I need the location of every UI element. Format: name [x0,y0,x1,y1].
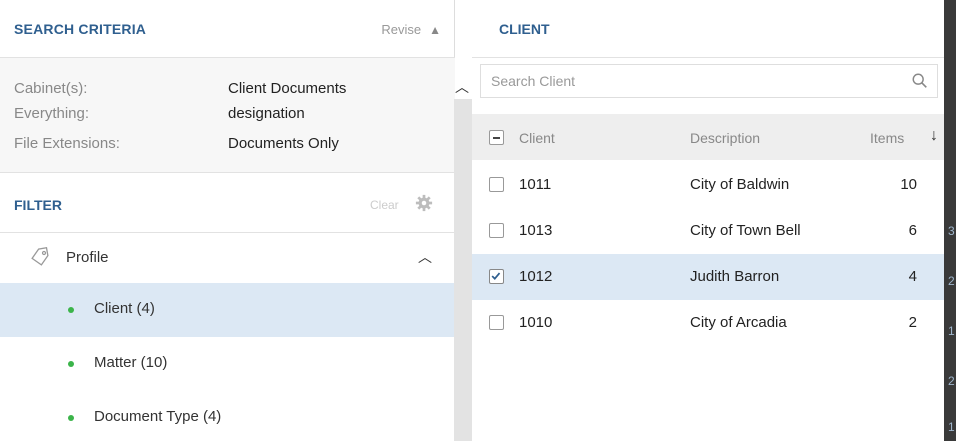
scrollbar-track[interactable] [454,99,472,441]
client-title: CLIENT [499,21,550,37]
criteria-value: designation [228,105,305,122]
criteria-value: Documents Only [228,135,339,152]
column-header-client[interactable]: Client [519,130,555,146]
edge-number: 1 [948,324,955,338]
edge-number: 2 [948,374,955,388]
client-header: CLIENT [472,0,944,58]
table-header: Client Description Items ↓ [472,114,944,160]
column-header-description[interactable]: Description [690,130,760,146]
table-row[interactable]: 1010 City of Arcadia 2 [472,300,944,346]
revise-label: Revise [381,22,422,37]
cell-description: Judith Barron [690,268,780,285]
cell-items: 6 [908,222,917,239]
table-row[interactable]: 1011 City of Baldwin 10 [472,162,944,208]
green-dot-icon [68,307,74,313]
collapse-up-icon[interactable]: ▲ [429,23,441,37]
cell-client: 1011 [519,176,552,193]
row-checkbox[interactable] [489,223,504,238]
search-criteria-title: SEARCH CRITERIA [14,21,147,37]
filter-item-document-type[interactable]: Document Type (4) [0,391,455,441]
table-row[interactable]: 1013 City of Town Bell 6 [472,208,944,254]
edge-number: 3 [948,224,955,238]
search-client-input[interactable] [481,65,901,97]
cell-description: City of Arcadia [690,314,787,331]
checkmark-icon [491,272,501,280]
filter-header: FILTER Clear [0,173,455,233]
table-row[interactable]: 1012 Judith Barron 4 [472,254,944,300]
cell-items: 10 [900,176,917,193]
filter-title: FILTER [14,197,62,213]
criteria-value: Client Documents [228,80,347,97]
green-dot-icon [68,361,74,367]
criteria-key: File Extensions: [14,135,120,152]
filter-item-label: Matter (10) [94,354,168,371]
criteria-key: Everything: [14,105,90,122]
cell-client: 1010 [519,314,553,331]
row-checkbox[interactable] [489,315,504,330]
column-header-items[interactable]: Items [870,130,904,146]
row-checkbox[interactable] [489,269,504,284]
edge-number: 1 [948,420,955,434]
revise-button[interactable]: Revise ▲ [381,22,441,37]
filter-item-client[interactable]: Client (4) [0,283,455,337]
green-dot-icon [68,415,74,421]
tag-icon [31,247,49,266]
row-checkbox[interactable] [489,177,504,192]
chevron-up-icon[interactable]: ︿ [418,247,432,267]
sort-down-icon[interactable]: ↓ [930,127,938,145]
criteria-key: Cabinet(s): [14,80,88,97]
cell-items: 4 [908,268,917,285]
edge-number: 2 [948,274,955,288]
cell-description: City of Town Bell [690,222,801,239]
search-box [480,64,938,98]
cell-description: City of Baldwin [690,176,790,193]
scroll-up-icon[interactable]: ︿ [452,77,472,97]
filter-item-label: Document Type (4) [94,408,222,425]
cell-client: 1013 [519,222,553,239]
search-icon[interactable] [911,72,929,90]
search-criteria-panel: SEARCH CRITERIA Revise ▲ Cabinet(s): Clie… [0,0,455,441]
gear-icon[interactable] [415,194,433,212]
select-all-checkbox[interactable] [489,130,504,145]
filter-item-matter[interactable]: Matter (10) [0,337,455,391]
client-panel: CLIENT Client Description Items ↓ 1011 C… [472,0,944,441]
cell-client: 1012 [519,268,553,285]
profile-label: Profile [66,249,109,266]
profile-group-header[interactable]: Profile ︿ [0,233,455,283]
cell-items: 2 [908,314,917,331]
filter-item-label: Client (4) [94,300,155,317]
search-criteria-header: SEARCH CRITERIA Revise ▲ [0,0,455,58]
criteria-summary: Cabinet(s): Client Documents Everything:… [0,58,455,173]
clear-button[interactable]: Clear [370,198,399,212]
